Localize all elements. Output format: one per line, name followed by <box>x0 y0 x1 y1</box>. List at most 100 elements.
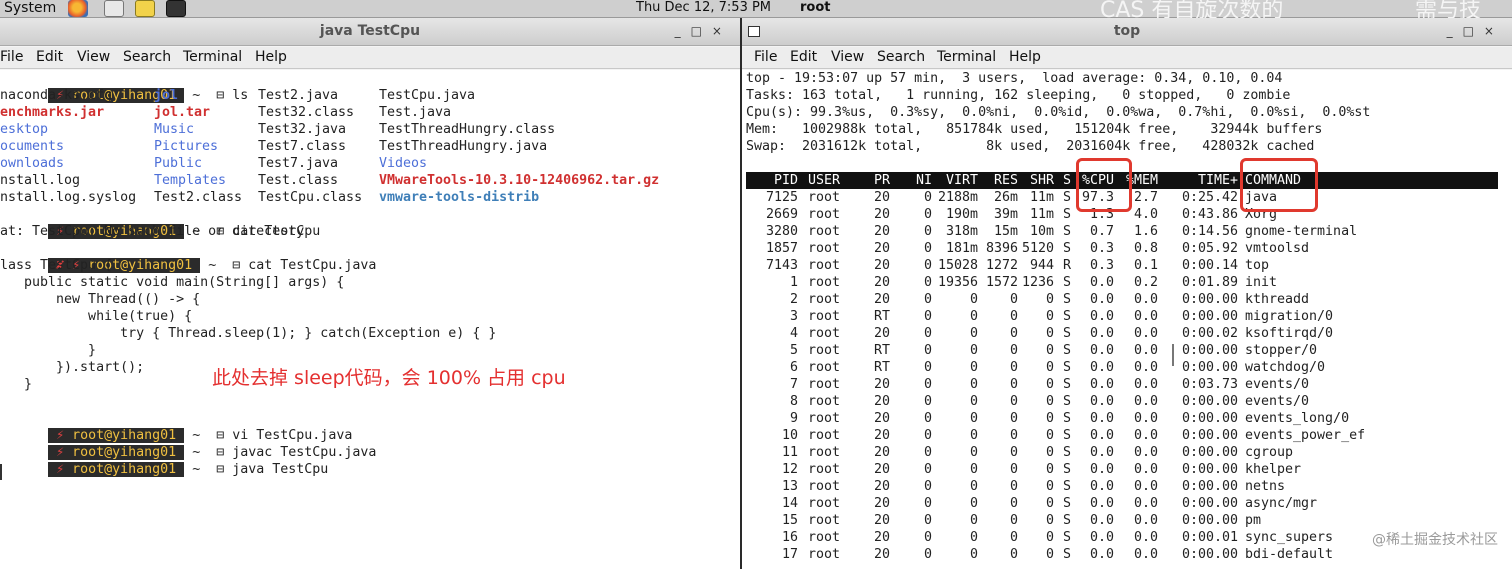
process-cell: 0 <box>969 462 978 477</box>
process-cell: 0.0 <box>1089 360 1114 375</box>
menu-view[interactable]: View <box>77 49 110 65</box>
process-cell: 20 <box>873 207 890 222</box>
menu-bar: File Edit View Search Terminal Help <box>0 47 740 69</box>
process-cell: S <box>1062 275 1071 290</box>
process-cell: 0.0 <box>1089 309 1114 324</box>
process-cell: 0 <box>923 343 932 358</box>
process-cell: 0 <box>969 411 978 426</box>
process-cell: 0.0 <box>1133 343 1158 358</box>
code-line: try { Thread.sleep(1); } catch(Exception… <box>0 326 497 341</box>
ls-entry: Test.java <box>379 105 452 120</box>
process-cell: 0 <box>1045 496 1054 511</box>
process-cell: 26m <box>993 190 1018 205</box>
process-cell: 0:00.00 <box>1181 309 1238 324</box>
process-command: watchdog/0 <box>1245 360 1326 375</box>
process-cell: RT <box>873 309 890 324</box>
ls-entry: ocuments <box>0 139 65 154</box>
process-command: events/0 <box>1245 394 1310 409</box>
window-controls[interactable]: _□× <box>675 24 732 38</box>
process-cell: 0:00.00 <box>1181 411 1238 426</box>
process-cell: 0.0 <box>1133 360 1158 375</box>
ls-entry: Test2.java <box>258 88 339 103</box>
process-cell: 11m <box>1029 207 1054 222</box>
process-cell: 12 <box>781 462 798 477</box>
terminal-output[interactable]: ⚡ root@yihang01 ~ ⊟ ls naconda-ks.cfg jo… <box>0 70 740 569</box>
network-icon[interactable] <box>104 0 124 17</box>
process-cell: 0 <box>969 377 978 392</box>
process-cell: 2669 <box>765 207 798 222</box>
process-cell: 0.2 <box>1133 275 1158 290</box>
process-cell: 0:01.89 <box>1181 275 1238 290</box>
menu-edit[interactable]: Edit <box>36 49 63 65</box>
process-cell: 0.0 <box>1089 428 1114 443</box>
process-command: migration/0 <box>1245 309 1334 324</box>
menu-view[interactable]: View <box>831 49 864 65</box>
process-cell: 0 <box>969 479 978 494</box>
title-bar[interactable]: java TestCpu _□× <box>0 18 740 46</box>
process-cell: 0 <box>969 530 978 545</box>
process-cell: 1.6 <box>1133 224 1158 239</box>
process-cell: 0.8 <box>1133 241 1158 256</box>
window-controls[interactable]: _□× <box>1447 24 1504 38</box>
process-cell: S <box>1062 411 1071 426</box>
menu-file[interactable]: File <box>0 49 23 65</box>
process-cell: 0:00.00 <box>1181 462 1238 477</box>
process-cell: 5120 <box>1021 241 1054 256</box>
summary-line: top - 19:53:07 up 57 min, 3 users, load … <box>746 71 1283 86</box>
ls-entry: enchmarks.jar <box>0 105 105 120</box>
process-command: gnome-terminal <box>1245 224 1358 239</box>
menu-search[interactable]: Search <box>123 49 171 65</box>
process-cell: 17 <box>781 547 798 562</box>
command-text: ls <box>232 88 249 103</box>
menu-edit[interactable]: Edit <box>790 49 817 65</box>
process-cell: 11 <box>781 445 798 460</box>
process-cell: S <box>1062 343 1071 358</box>
menu-search[interactable]: Search <box>877 49 925 65</box>
system-menu[interactable]: System <box>4 0 56 16</box>
title-bar[interactable]: top _□× <box>742 18 1512 46</box>
process-cell: 0 <box>1045 547 1054 562</box>
firefox-icon[interactable] <box>68 0 88 17</box>
process-cell: 0 <box>923 241 932 256</box>
ls-entry: Test2.class <box>154 190 243 205</box>
process-cell: 0.0 <box>1089 479 1114 494</box>
process-cell: 0.0 <box>1133 326 1158 341</box>
process-cell: S <box>1062 241 1071 256</box>
process-cell: 190m <box>945 207 978 222</box>
process-cell: 0:00.00 <box>1181 547 1238 562</box>
process-cell: 0.0 <box>1133 462 1158 477</box>
process-cell: 0 <box>1009 513 1018 528</box>
process-cell: 6 <box>789 360 798 375</box>
prompt-line: ⚡ root@yihang01 ~ ⊟ java TestCpu <box>0 444 328 477</box>
process-cell: 10 <box>781 428 798 443</box>
menu-help[interactable]: Help <box>1009 49 1041 65</box>
ls-entry: naconda-ks.cfg <box>0 88 113 103</box>
process-cell: 0.1 <box>1133 258 1158 273</box>
process-cell: root <box>807 445 840 460</box>
column-header: PID <box>773 173 798 188</box>
menu-terminal[interactable]: Terminal <box>937 49 996 65</box>
menu-help[interactable]: Help <box>255 49 287 65</box>
text-cursor <box>0 464 2 480</box>
top-output[interactable]: top - 19:53:07 up 57 min, 3 users, load … <box>742 70 1512 569</box>
process-cell: root <box>807 547 840 562</box>
process-cell: 20 <box>873 258 890 273</box>
terminal-launcher-icon[interactable] <box>166 0 186 17</box>
process-cell: 2 <box>789 292 798 307</box>
process-cell: 0.0 <box>1089 462 1114 477</box>
annotation-text: 此处去掉 sleep代码，会 100% 占用 cpu <box>212 367 566 389</box>
process-cell: 1236 <box>1021 275 1054 290</box>
process-cell: 0.0 <box>1133 530 1158 545</box>
code-line: } <box>0 377 33 392</box>
process-cell: RT <box>873 360 890 375</box>
menu-terminal[interactable]: Terminal <box>183 49 242 65</box>
text-editor-icon[interactable] <box>135 0 155 17</box>
column-header: RES <box>993 173 1018 188</box>
process-cell: 5 <box>789 343 798 358</box>
clock[interactable]: Thu Dec 12, 7:53 PM <box>636 0 771 16</box>
menu-file[interactable]: File <box>754 49 777 65</box>
process-cell: root <box>807 513 840 528</box>
process-command: events/0 <box>1245 377 1310 392</box>
process-cell: 0.0 <box>1133 377 1158 392</box>
process-cell: root <box>807 241 840 256</box>
